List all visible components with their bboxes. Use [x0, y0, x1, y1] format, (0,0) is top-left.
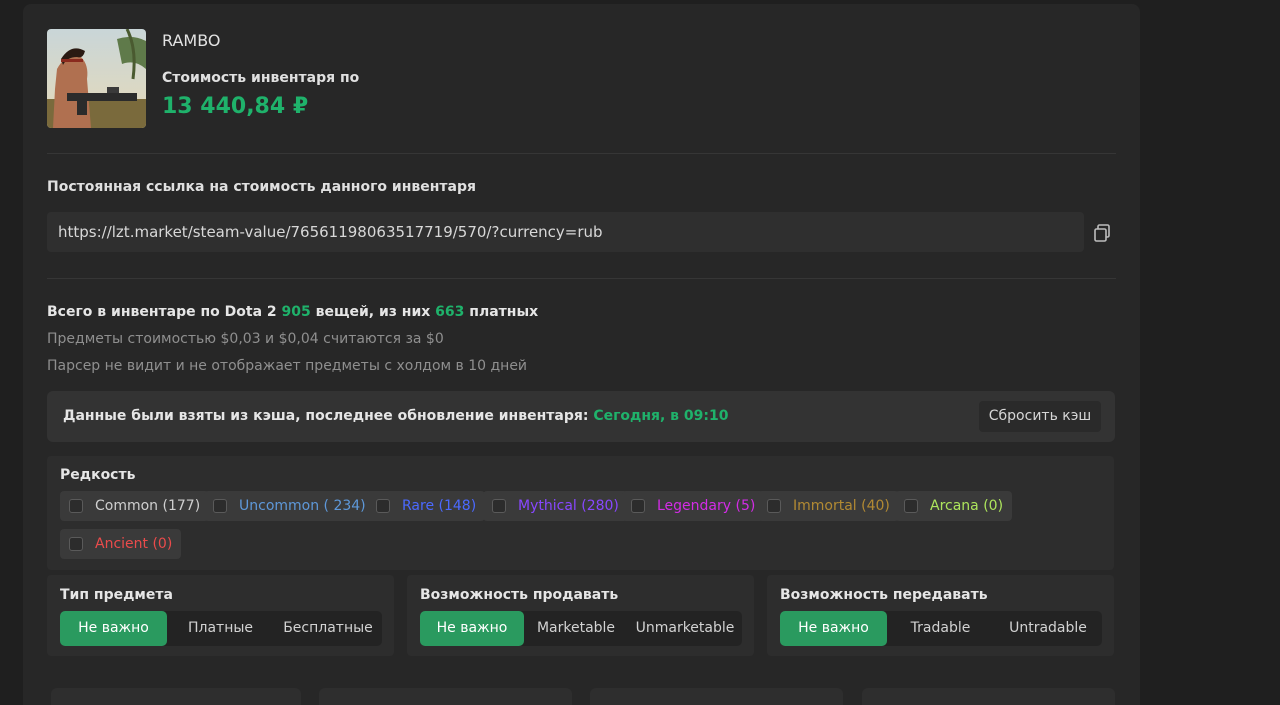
item-type-filter: Тип предмета Не важно Платные Бесплатные	[47, 575, 394, 656]
tradable-option-any[interactable]: Не важно	[780, 611, 887, 646]
rarity-chip-mythical[interactable]: Mythical (280)	[483, 491, 628, 521]
copy-icon[interactable]	[1092, 223, 1112, 243]
summary-prefix: Всего в инвентаре по Dota 2	[47, 304, 277, 320]
checkbox[interactable]	[492, 499, 506, 513]
checkbox[interactable]	[631, 499, 645, 513]
rarity-label: Rare (148)	[402, 498, 477, 514]
item-type-option-any[interactable]: Не важно	[60, 611, 167, 646]
tradable-filter: Возможность передавать Не важно Tradable…	[767, 575, 1114, 656]
checkbox[interactable]	[69, 537, 83, 551]
item-type-toggle: Не важно Платные Бесплатные	[60, 611, 382, 646]
item-type-option-paid[interactable]: Платные	[167, 611, 274, 646]
marketable-option-unmarketable[interactable]: Unmarketable	[628, 611, 742, 646]
item-type-title: Тип предмета	[60, 587, 173, 603]
marketable-title: Возможность продавать	[420, 587, 619, 603]
checkbox[interactable]	[767, 499, 781, 513]
rarity-label: Mythical (280)	[518, 498, 619, 514]
username: RAMBO	[162, 31, 221, 50]
rarity-chip-legendary[interactable]: Legendary (5)	[622, 491, 765, 521]
inventory-value-label: Стоимость инвентаря по	[162, 70, 360, 86]
item-type-option-free[interactable]: Бесплатные	[274, 611, 382, 646]
checkbox[interactable]	[376, 499, 390, 513]
rarity-chip-immortal[interactable]: Immortal (40)	[758, 491, 899, 521]
item-card[interactable]	[51, 688, 301, 705]
divider	[47, 153, 1116, 154]
tradable-option-untradable[interactable]: Untradable	[994, 611, 1102, 646]
rarity-filter-panel: Редкость Common (177) Uncommon ( 234) Ra…	[47, 456, 1114, 570]
checkbox[interactable]	[904, 499, 918, 513]
inventory-summary: Всего в инвентаре по Dota 2 905 вещей, и…	[47, 304, 538, 320]
permalink-title: Постоянная ссылка на стоимость данного и…	[47, 179, 476, 195]
checkbox[interactable]	[69, 499, 83, 513]
rarity-chip-uncommon[interactable]: Uncommon ( 234)	[204, 491, 375, 521]
marketable-filter: Возможность продавать Не важно Marketabl…	[407, 575, 754, 656]
rarity-title: Редкость	[60, 467, 136, 483]
rarity-chip-common[interactable]: Common (177)	[60, 491, 210, 521]
item-card[interactable]	[590, 688, 843, 705]
avatar-image	[47, 29, 146, 128]
rarity-label: Common (177)	[95, 498, 201, 514]
summary-middle: вещей, из них	[315, 304, 431, 320]
cache-message: Данные были взяты из кэша, последнее обн…	[63, 408, 589, 424]
marketable-option-marketable[interactable]: Marketable	[524, 611, 628, 646]
tradable-toggle: Не важно Tradable Untradable	[780, 611, 1102, 646]
rarity-chip-arcana[interactable]: Arcana (0)	[895, 491, 1013, 521]
total-items-count: 905	[281, 304, 311, 320]
cache-text: Данные были взяты из кэша, последнее обн…	[63, 408, 728, 424]
reset-cache-button[interactable]: Сбросить кэш	[979, 401, 1101, 432]
divider	[47, 278, 1116, 279]
cache-notice: Данные были взяты из кэша, последнее обн…	[47, 391, 1115, 442]
tradable-option-tradable[interactable]: Tradable	[887, 611, 994, 646]
price-note: Предметы стоимостью $0,03 и $0,04 считаю…	[47, 331, 444, 347]
marketable-toggle: Не важно Marketable Unmarketable	[420, 611, 742, 646]
rarity-label: Immortal (40)	[793, 498, 890, 514]
rarity-label: Legendary (5)	[657, 498, 756, 514]
summary-suffix: платных	[469, 304, 539, 320]
rarity-label: Arcana (0)	[930, 498, 1004, 514]
marketable-option-any[interactable]: Не важно	[420, 611, 524, 646]
rarity-label: Uncommon ( 234)	[239, 498, 366, 514]
avatar[interactable]	[47, 29, 146, 128]
inventory-value: 13 440,84 ₽	[162, 94, 309, 119]
cache-time: Сегодня, в 09:10	[593, 408, 729, 424]
tradable-title: Возможность передавать	[780, 587, 988, 603]
hold-note: Парсер не видит и не отображает предметы…	[47, 358, 528, 374]
permalink-field[interactable]: https://lzt.market/steam-value/765611980…	[47, 212, 1084, 252]
rarity-label: Ancient (0)	[95, 536, 173, 552]
item-card[interactable]	[319, 688, 572, 705]
paid-items-count: 663	[435, 304, 465, 320]
checkbox[interactable]	[213, 499, 227, 513]
item-card[interactable]	[862, 688, 1115, 705]
rarity-chip-ancient[interactable]: Ancient (0)	[60, 529, 182, 559]
rarity-chip-rare[interactable]: Rare (148)	[367, 491, 486, 521]
